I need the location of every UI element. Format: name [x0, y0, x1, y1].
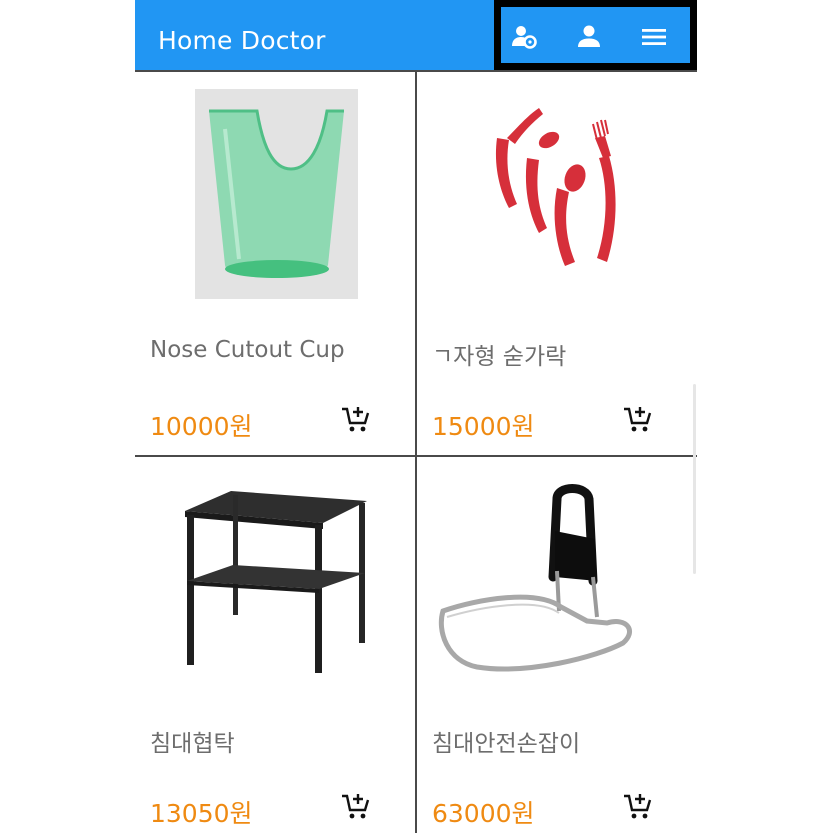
product-price: 15000원 [432, 412, 535, 441]
product-price: 10000원 [150, 412, 253, 441]
app-bar: Home Doctor [135, 0, 697, 70]
person-icon [578, 25, 600, 47]
product-name[interactable]: 침대협탁 [150, 724, 235, 758]
product-card[interactable]: Nose Cutout Cup 10000원 [135, 70, 416, 455]
bent-spoon-set-image [487, 98, 647, 278]
add-to-cart-button[interactable] [340, 791, 372, 821]
product-price: 63000원 [432, 799, 535, 828]
profile-button[interactable] [572, 20, 606, 54]
menu-button[interactable] [637, 20, 671, 54]
add-to-cart-icon [342, 794, 370, 819]
product-name[interactable]: 침대안전손잡이 [432, 724, 580, 758]
product-card[interactable]: ㄱ자형 숟가락 15000원 [417, 70, 697, 455]
product-name[interactable]: Nose Cutout Cup [150, 337, 345, 363]
user-settings-icon [512, 26, 537, 49]
user-settings-button[interactable] [507, 20, 541, 54]
app-title: Home Doctor [158, 26, 326, 55]
header-actions [494, 0, 697, 70]
add-to-cart-icon [624, 407, 652, 432]
product-price: 13050원 [150, 799, 253, 828]
add-to-cart-icon [624, 794, 652, 819]
add-to-cart-icon [342, 407, 370, 432]
product-card[interactable]: 침대안전손잡이 63000원 [417, 457, 697, 833]
product-name[interactable]: ㄱ자형 숟가락 [432, 337, 566, 371]
product-card[interactable]: 침대협탁 13050원 [135, 457, 416, 833]
bedside-table-image [177, 485, 377, 675]
menu-icon [642, 29, 666, 45]
phone-screen: Home Doctor Nose Cutout Cup 10000원 ㄱ자형 숟… [135, 0, 697, 833]
add-to-cart-button[interactable] [340, 404, 372, 434]
add-to-cart-button[interactable] [622, 404, 654, 434]
add-to-cart-button[interactable] [622, 791, 654, 821]
nose-cutout-cup-image [195, 89, 358, 299]
scroll-edge [693, 384, 696, 574]
bed-safety-rail-image [437, 481, 677, 691]
